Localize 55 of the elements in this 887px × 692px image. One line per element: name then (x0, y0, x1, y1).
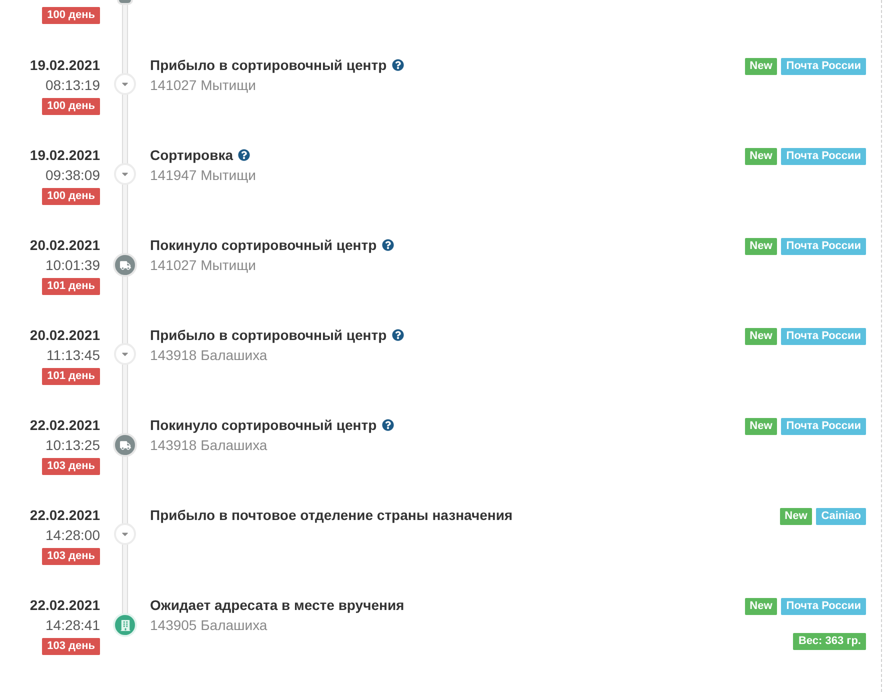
day-count-badge: 101 день (42, 278, 100, 295)
event-location: 141027 Мытищи (150, 76, 256, 95)
event-date: 19.02.2021 (30, 56, 100, 75)
help-icon[interactable] (238, 149, 250, 161)
event-title: Покинуло сортировочный центр (150, 416, 377, 435)
event-time: 11:13:45 (46, 346, 100, 365)
status-tag: Почта России (781, 238, 866, 255)
event-date: 22.02.2021 (30, 416, 100, 435)
day-count-badge: 100 день (42, 7, 100, 24)
event-date: 20.02.2021 (30, 236, 100, 255)
day-count-badge: 100 день (42, 188, 100, 205)
status-tag: New (744, 598, 778, 615)
day-count-badge: 103 день (42, 458, 100, 475)
status-tag: Почта России (781, 58, 866, 75)
help-icon[interactable] (392, 59, 404, 71)
event-location: 143918 Балашиха (150, 346, 268, 365)
event-title: Прибыло в сортировочный центр (150, 56, 387, 75)
status-tag: New (744, 238, 778, 255)
event-time: 09:38:09 (46, 166, 100, 185)
event-location: 141027 Мытищи (150, 256, 256, 275)
event-date: 22.02.2021 (30, 596, 100, 615)
event-title: Ожидает адресата в месте вручения (150, 596, 404, 615)
weight-badge: Вес: 363 гр. (793, 633, 866, 650)
event-location: 141947 Мытищи (150, 166, 256, 185)
status-tag: Почта России (781, 418, 866, 435)
event-time: 10:13:25 (46, 436, 100, 455)
event-date: 20.02.2021 (30, 326, 100, 345)
event-date: 19.02.2021 (30, 146, 100, 165)
event-title: Прибыло в почтовое отделение страны назначения (150, 506, 513, 525)
status-tag: New (744, 148, 778, 165)
status-tag: New (744, 328, 778, 345)
day-count-badge: 100 день (42, 98, 100, 115)
event-date: 22.02.2021 (30, 506, 100, 525)
day-count-badge: 103 день (42, 548, 100, 565)
status-tag: New (780, 508, 812, 525)
event-time: 14:28:00 (46, 526, 100, 545)
event-title: Сортировка (150, 146, 233, 165)
status-tag: New (744, 58, 778, 75)
event-location: 143905 Балашиха (150, 616, 268, 635)
event-title: Прибыло в сортировочный центр (150, 326, 387, 345)
status-tag: Почта России (781, 598, 866, 615)
help-icon[interactable] (382, 239, 394, 251)
event-title: Покинуло сортировочный центр (150, 236, 377, 255)
help-icon[interactable] (382, 419, 394, 431)
event-time: 08:13:19 (46, 76, 100, 95)
event-location: 143918 Балашиха (150, 436, 268, 455)
status-tag: New (744, 418, 778, 435)
day-count-badge: 103 день (42, 638, 100, 655)
event-time: 14:28:41 (46, 616, 100, 635)
event-time: 10:01:39 (46, 256, 100, 275)
status-tag: Cainiao (816, 508, 866, 525)
status-tag: Почта России (781, 328, 866, 345)
day-count-badge: 101 день (42, 368, 100, 385)
help-icon[interactable] (392, 329, 404, 341)
status-tag: Почта России (781, 148, 866, 165)
